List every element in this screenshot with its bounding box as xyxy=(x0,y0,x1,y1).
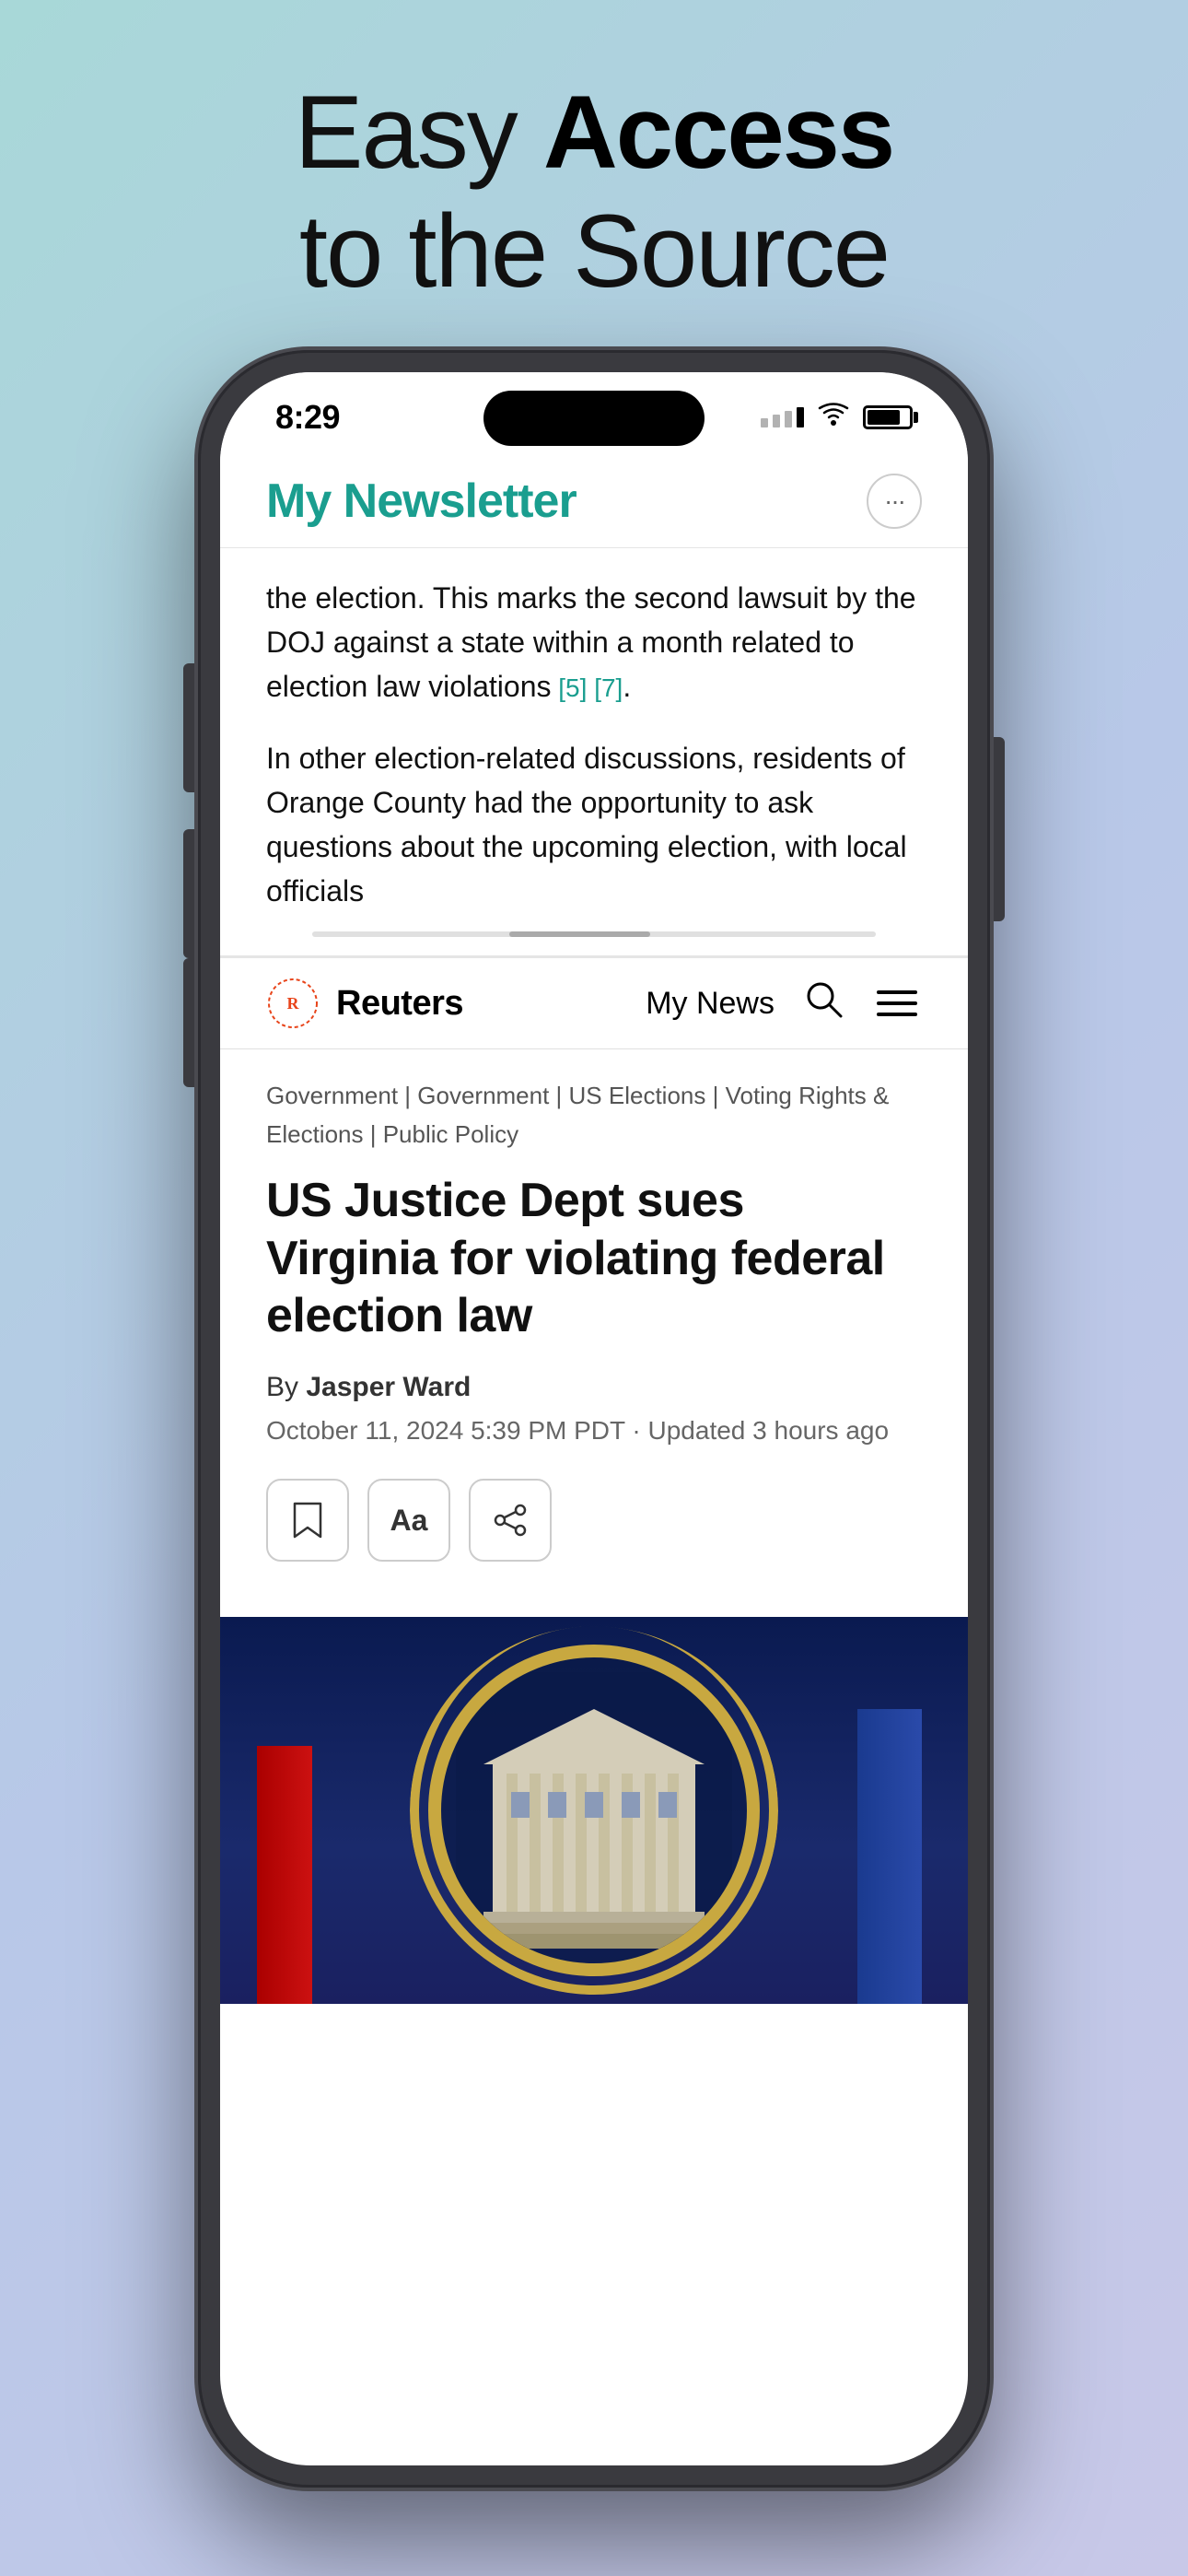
battery-fill xyxy=(868,410,900,425)
preview-text-2-content: In other election-related discussions, r… xyxy=(266,742,907,907)
reuters-logo-icon: R xyxy=(266,977,320,1030)
search-icon[interactable] xyxy=(802,978,844,1030)
wifi-icon xyxy=(817,402,850,434)
article-author: By Jasper Ward xyxy=(266,1372,922,1403)
headline-section: Easy Access to the Source xyxy=(0,74,1188,311)
phone-container: 8:29 xyxy=(198,350,990,2488)
battery-icon xyxy=(863,405,913,429)
bookmark-button[interactable] xyxy=(266,1479,349,1562)
signal-dot-2 xyxy=(773,415,780,427)
headline-line2: to the Source xyxy=(299,193,889,309)
article-date: October 11, 2024 5:39 PM PDT · Updated 3… xyxy=(266,1416,922,1446)
menu-line-3 xyxy=(877,1013,917,1016)
newsletter-section: My Newsletter ··· xyxy=(220,446,968,548)
article-section: Government | Government | US Elections |… xyxy=(220,1049,968,1617)
share-icon xyxy=(493,1503,528,1538)
signal-dot-3 xyxy=(785,411,792,427)
bookmark-icon xyxy=(291,1502,324,1539)
headline-access: Access xyxy=(543,75,893,190)
seal-rope xyxy=(410,1626,778,1995)
font-button[interactable]: Aa xyxy=(367,1479,450,1562)
newsletter-title: My Newsletter xyxy=(266,474,577,529)
share-button[interactable] xyxy=(469,1479,552,1562)
signal-dots xyxy=(761,407,804,427)
article-preview: the election. This marks the second laws… xyxy=(220,548,968,958)
preview-paragraph-1: the election. This marks the second laws… xyxy=(266,576,922,708)
signal-dot-4 xyxy=(797,407,804,427)
by-prefix: By xyxy=(266,1372,306,1402)
preview-paragraph-2: In other election-related discussions, r… xyxy=(266,736,922,913)
scroll-indicator xyxy=(312,931,876,937)
preview-citations: [5] [7] xyxy=(552,673,623,702)
article-actions: Aa xyxy=(266,1479,922,1562)
headline-text: Easy Access to the Source xyxy=(55,74,1133,311)
my-news-button[interactable]: My News xyxy=(646,986,775,1022)
article-image xyxy=(220,1617,968,2004)
status-icons xyxy=(761,402,913,434)
scroll-thumb xyxy=(509,931,650,937)
status-bar: 8:29 xyxy=(220,372,968,446)
article-title: US Justice Dept sues Virginia for violat… xyxy=(266,1172,922,1344)
svg-text:R: R xyxy=(287,994,300,1013)
status-time: 8:29 xyxy=(275,398,340,437)
phone-frame: 8:29 xyxy=(198,350,990,2488)
menu-line-1 xyxy=(877,990,917,994)
menu-icon[interactable] xyxy=(872,986,922,1021)
reuters-brand-name: Reuters xyxy=(336,984,463,1024)
flag-blue xyxy=(857,1709,922,2004)
signal-dot-1 xyxy=(761,418,768,427)
author-name: Jasper Ward xyxy=(306,1372,471,1402)
flag-red xyxy=(257,1746,312,2004)
phone-screen: 8:29 xyxy=(220,372,968,2465)
bottom-nav: R Reuters My News xyxy=(220,958,968,1049)
more-button[interactable]: ··· xyxy=(867,474,922,529)
font-icon: Aa xyxy=(390,1504,428,1538)
preview-period: . xyxy=(623,670,631,703)
article-categories: Government | Government | US Elections |… xyxy=(266,1077,922,1153)
reuters-logo: R Reuters xyxy=(266,977,463,1030)
headline-easy: Easy xyxy=(295,75,543,190)
more-dots-icon: ··· xyxy=(884,486,904,516)
headline-line1: Easy Access xyxy=(295,75,893,190)
nav-right: My News xyxy=(646,978,922,1030)
dynamic-island xyxy=(483,391,705,446)
menu-line-2 xyxy=(877,1001,917,1005)
